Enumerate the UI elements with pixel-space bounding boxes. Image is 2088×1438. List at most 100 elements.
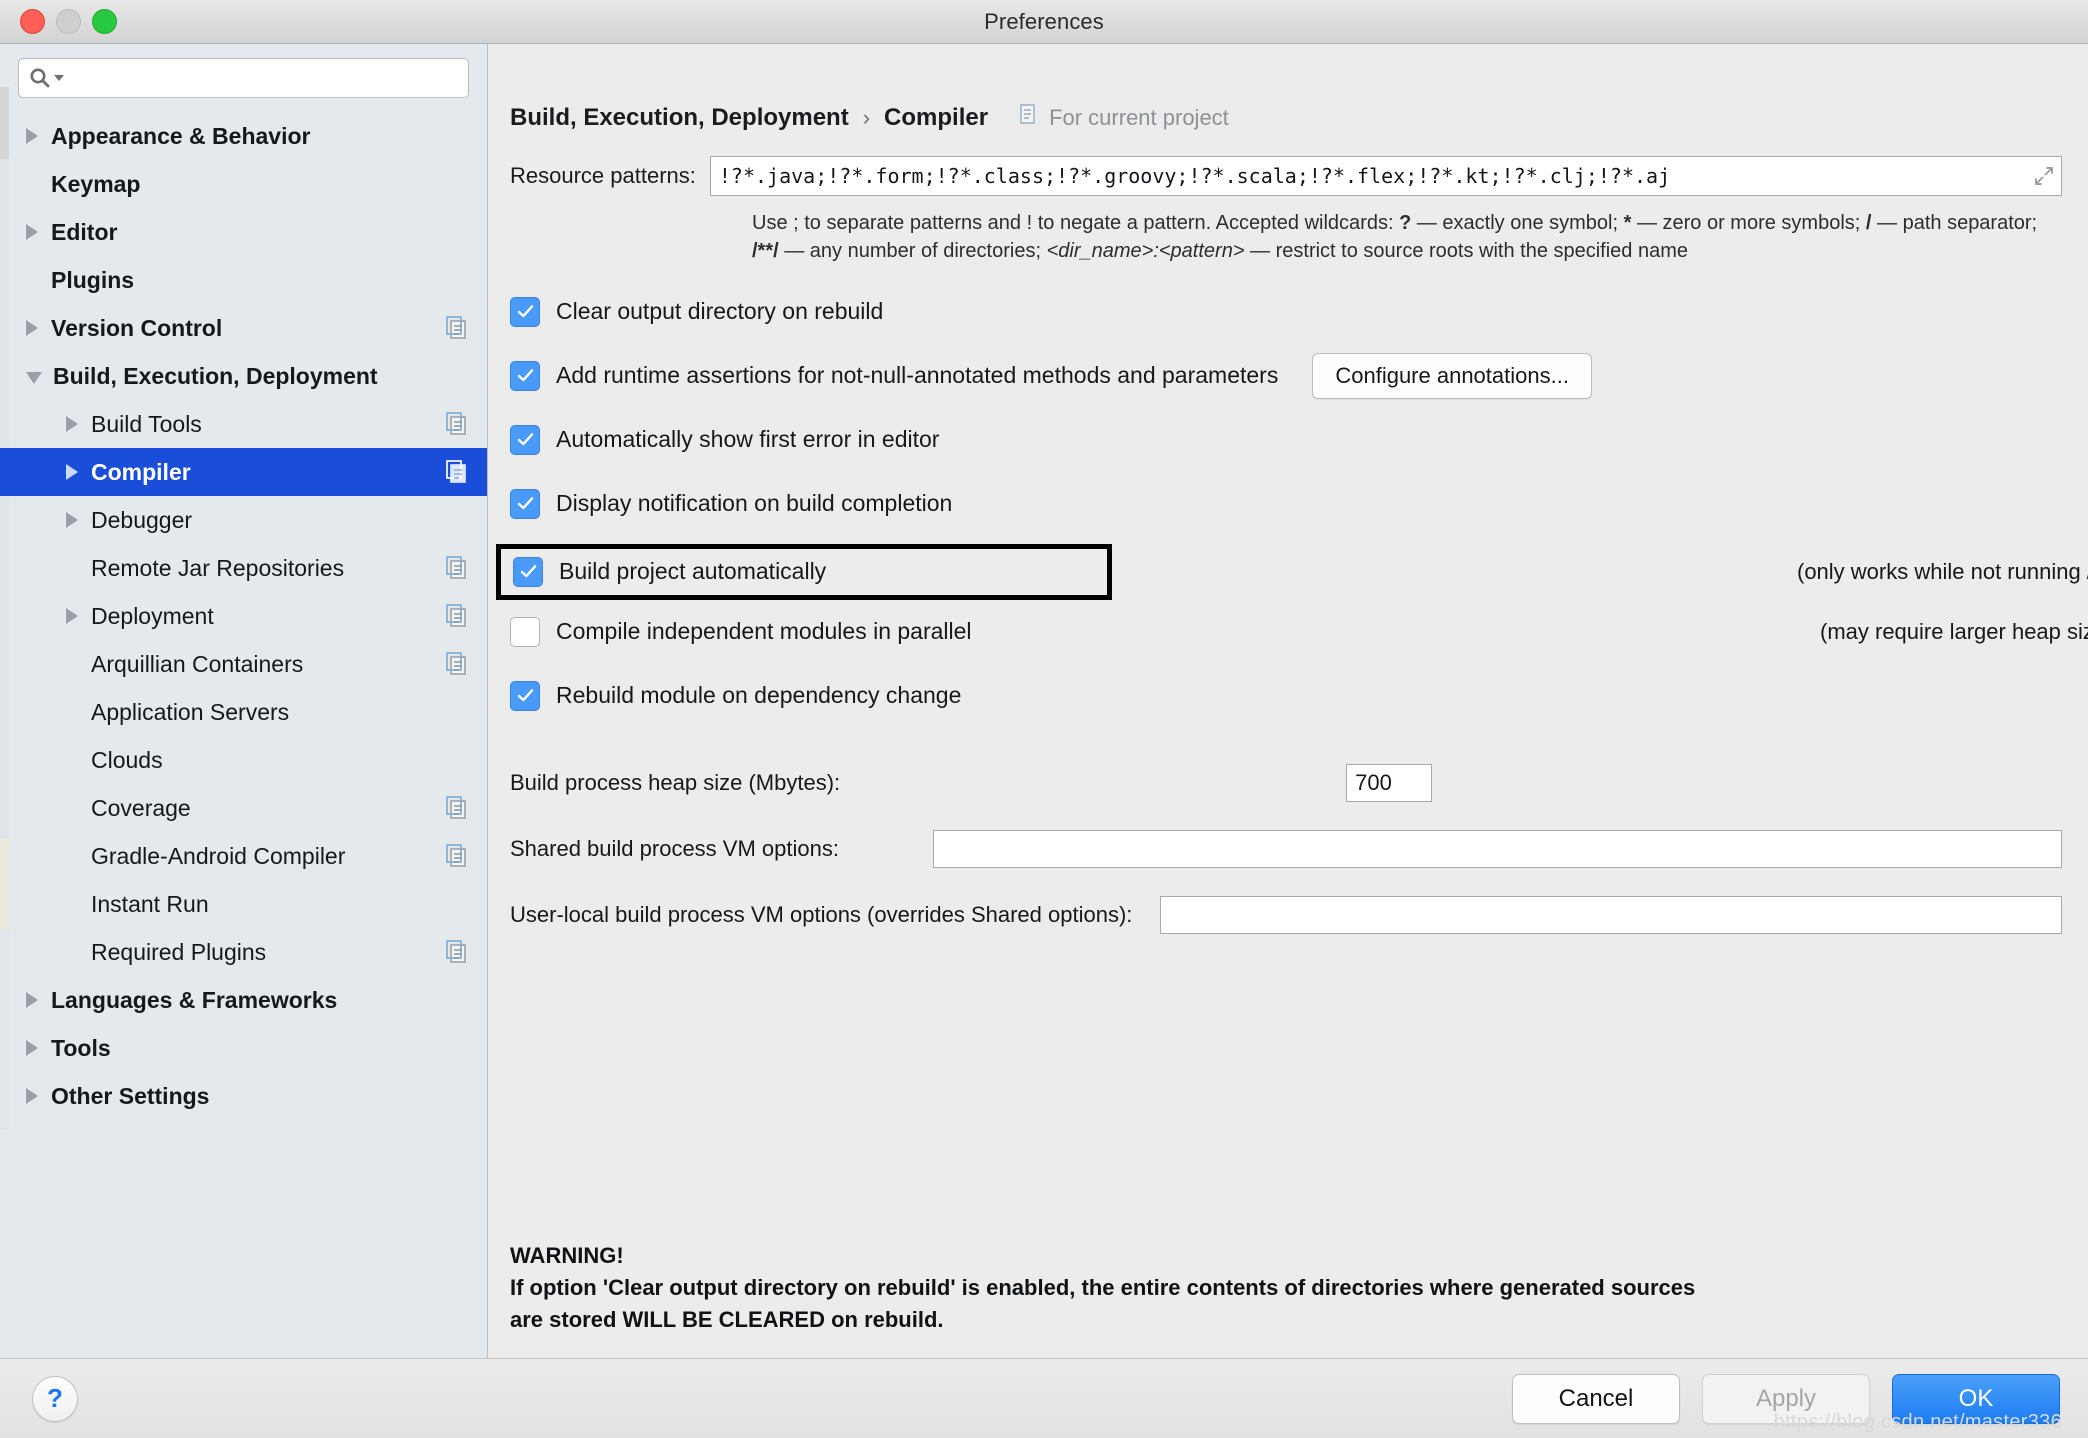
hint-seg-2: — exactly one symbol; [1411, 212, 1624, 234]
project-badge-icon [445, 459, 471, 485]
sidebar-item-other-settings[interactable]: Other Settings [0, 1072, 487, 1120]
search-box[interactable] [18, 58, 469, 98]
hint-seg-5: — any number of directories; [778, 240, 1047, 263]
sidebar-item-label: Tools [51, 1034, 111, 1061]
chevron-down-icon[interactable] [26, 372, 42, 384]
heap-size-input[interactable]: 700 [1346, 763, 1433, 802]
resource-patterns-hint: Use ; to separate patterns and ! to nega… [752, 209, 2088, 266]
watermark: https://blog.csdn.net/master336 [1773, 1411, 2062, 1433]
cancel-button[interactable]: Cancel [1512, 1373, 1680, 1424]
sidebar-item-label: Editor [51, 218, 118, 245]
project-badge-icon [445, 315, 471, 341]
sidebar-item-build-execution-deployment[interactable]: Build, Execution, Deployment [0, 352, 487, 400]
chevron-right-icon[interactable] [26, 1040, 38, 1056]
expand-icon[interactable] [2033, 165, 2055, 187]
sidebar-item-application-servers[interactable]: Application Servers [0, 688, 487, 736]
chevron-right-icon[interactable] [26, 320, 38, 336]
checkbox-compile-independent-modules-in-parallel[interactable] [510, 616, 540, 647]
resource-patterns-field[interactable]: !?*.java;!?*.form;!?*.class;!?*.groovy;!… [709, 156, 2062, 196]
sidebar-item-deployment[interactable]: Deployment [0, 592, 487, 640]
checkbox-label[interactable]: Compile independent modules in parallel [556, 618, 972, 645]
sidebar-item-remote-jar-repositories[interactable]: Remote Jar Repositories [0, 544, 487, 592]
compiler-options-list: Clear output directory on rebuild Add run… [496, 288, 2088, 736]
chevron-right-icon[interactable] [66, 416, 78, 432]
sidebar-item-label: Languages & Frameworks [51, 986, 338, 1013]
sidebar-item-languages-frameworks[interactable]: Languages & Frameworks [0, 976, 487, 1024]
sidebar-item-build-tools[interactable]: Build Tools [0, 400, 487, 448]
breadcrumb-parent[interactable]: Build, Execution, Deployment [510, 104, 849, 132]
chevron-right-icon[interactable] [26, 128, 38, 144]
resource-patterns-value[interactable]: !?*.java;!?*.form;!?*.class;!?*.groovy;!… [719, 164, 2027, 188]
dialog-footer: ? Cancel Apply OK https://blog.csdn.net/… [0, 1358, 2088, 1438]
checkbox-clear-output-directory-on-rebuild[interactable] [510, 296, 540, 327]
sidebar-item-label: Compiler [91, 458, 191, 485]
sidebar-item-label: Instant Run [91, 890, 209, 917]
sidebar-item-plugins[interactable]: Plugins [0, 256, 487, 304]
sidebar-item-label: Version Control [51, 314, 223, 341]
sidebar-item-version-control[interactable]: Version Control [0, 304, 487, 352]
checkbox-add-runtime-assertions-for-not-null-annotated-methods-and-parameters[interactable] [510, 360, 540, 391]
project-badge-icon [1020, 104, 1040, 132]
sidebar-item-label: Gradle-Android Compiler [91, 842, 346, 869]
chevron-right-icon[interactable] [66, 512, 78, 528]
chevron-right-icon[interactable] [26, 992, 38, 1008]
sidebar-item-keymap[interactable]: Keymap [0, 160, 487, 208]
sidebar-item-editor[interactable]: Editor [0, 208, 487, 256]
sidebar-item-clouds[interactable]: Clouds [0, 736, 487, 784]
sidebar-item-debugger[interactable]: Debugger [0, 496, 487, 544]
userlocal-vm-options-input[interactable] [1160, 895, 2062, 934]
breadcrumb: Build, Execution, Deployment › Compiler … [488, 44, 2088, 132]
hint-seg-4: — path separator; [1871, 212, 2038, 234]
warning-line-2: are stored WILL BE CLEARED on rebuild. [510, 1307, 944, 1333]
chevron-right-icon[interactable] [66, 464, 78, 480]
settings-sidebar: Appearance & Behavior Keymap Editor Plugins… [0, 44, 488, 1404]
option-row-add-runtime-assertions-for-not-null-annotated-methods-and-parameters: Add runtime assertions for not-null-anno… [510, 352, 2088, 400]
checkbox-label[interactable]: Add runtime assertions for not-null-anno… [556, 362, 1278, 389]
search-input[interactable] [71, 66, 458, 90]
sidebar-item-label: Required Plugins [91, 938, 267, 965]
help-button[interactable]: ? [32, 1375, 78, 1422]
checkbox-label[interactable]: Build project automatically [559, 558, 826, 585]
checkbox-automatically-show-first-error-in-editor[interactable] [510, 424, 540, 455]
chevron-right-icon[interactable] [26, 1088, 38, 1104]
option-row-clear-output-directory-on-rebuild: Clear output directory on rebuild [510, 288, 2088, 336]
chevron-right-icon[interactable] [26, 224, 38, 240]
checkbox-label[interactable]: Display notification on build completion [556, 490, 952, 517]
hint-seg-6: — restrict to source roots with the spec… [1244, 240, 1689, 263]
chevron-right-icon[interactable] [66, 608, 78, 624]
sidebar-item-gradle-android-compiler[interactable]: Gradle-Android Compiler [0, 832, 487, 880]
checkbox-label[interactable]: Clear output directory on rebuild [556, 298, 883, 325]
sidebar-item-label: Appearance & Behavior [51, 122, 311, 149]
sidebar-item-instant-run[interactable]: Instant Run [0, 880, 487, 928]
checkbox-build-project-automatically[interactable] [513, 556, 543, 587]
configure-annotations-button[interactable]: Configure annotations... [1312, 352, 1592, 399]
sidebar-item-coverage[interactable]: Coverage [0, 784, 487, 832]
resource-patterns-label: Resource patterns: [510, 163, 696, 188]
sidebar-item-required-plugins[interactable]: Required Plugins [0, 928, 487, 976]
option-row-display-notification-on-build-completion: Display notification on build completion [510, 480, 2088, 528]
resource-patterns-row: Resource patterns: !?*.java;!?*.form;!?*… [510, 156, 2088, 196]
sidebar-item-tools[interactable]: Tools [0, 1024, 487, 1072]
search-container [0, 44, 487, 108]
checkbox-rebuild-module-on-dependency-change[interactable] [510, 680, 540, 711]
shared-vm-options-input[interactable] [932, 829, 2062, 868]
project-badge-icon [445, 603, 471, 629]
sidebar-item-arquillian-containers[interactable]: Arquillian Containers [0, 640, 487, 688]
project-badge-icon [445, 555, 471, 581]
sidebar-item-label: Build Tools [91, 410, 202, 437]
checkbox-label[interactable]: Automatically show first error in editor [556, 426, 939, 453]
sidebar-item-appearance-behavior[interactable]: Appearance & Behavior [0, 112, 487, 160]
sidebar-item-label: Clouds [91, 746, 163, 773]
sidebar-item-label: Plugins [51, 266, 135, 293]
sidebar-item-compiler[interactable]: Compiler [0, 448, 487, 496]
shared-vm-options-row: Shared build process VM options: [510, 829, 2062, 868]
project-badge-icon [445, 651, 471, 677]
heap-size-row: Build process heap size (Mbytes): 700 [510, 763, 2062, 802]
checkbox-display-notification-on-build-completion[interactable] [510, 488, 540, 519]
warning-text: WARNING! If option 'Clear output directo… [510, 1240, 2088, 1358]
option-row-compile-independent-modules-in-parallel: Compile independent modules in parallel (… [510, 608, 2088, 656]
option-note: (only works while not running / debuggin… [1797, 558, 2088, 584]
checkbox-label[interactable]: Rebuild module on dependency change [556, 682, 961, 709]
search-icon[interactable] [29, 67, 65, 89]
warning-line-1: If option 'Clear output directory on reb… [510, 1275, 1696, 1301]
